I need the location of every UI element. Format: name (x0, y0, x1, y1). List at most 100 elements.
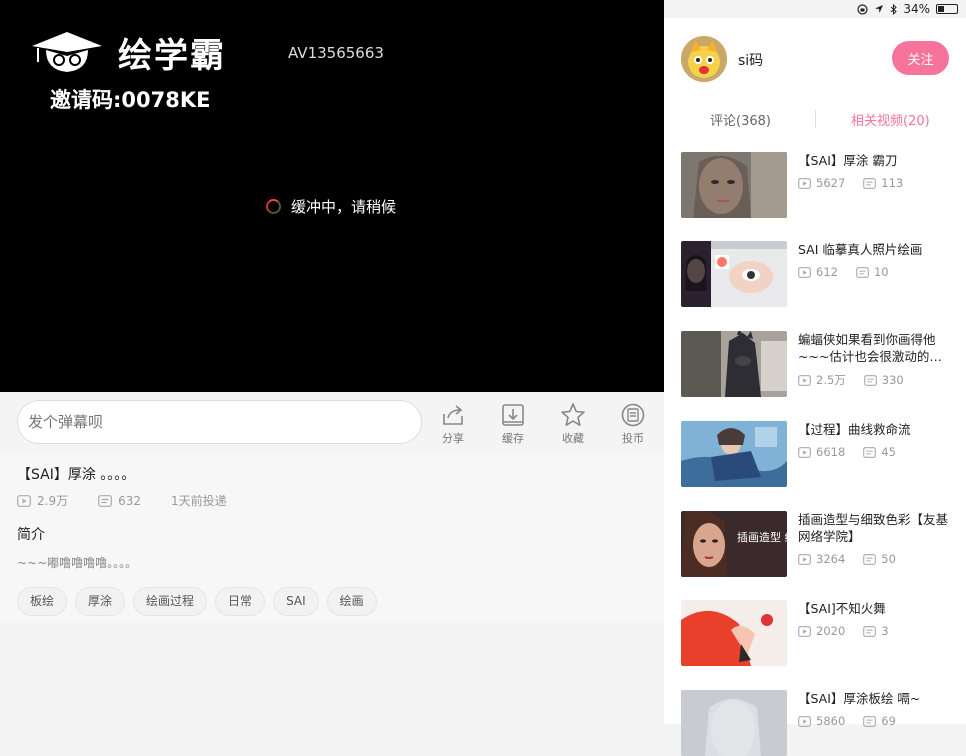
video-thumbnail (681, 241, 787, 307)
tag-list: 板绘 厚涂 绘画过程 日常 SAI 绘画 (17, 587, 377, 616)
avatar[interactable] (681, 36, 727, 82)
related-video-item[interactable]: 蝙蝠侠如果看到你画得他~~~估计也会很激动的… 2.5万 330 (664, 331, 966, 397)
coin-button[interactable]: 投币 (613, 402, 653, 446)
coin-label: 投币 (622, 432, 644, 445)
side-panel: si码 关注 评论(368) 相关视频(20) 【SAI】厚涂 霸刀 5627 … (664, 18, 966, 756)
play-count: 3264 (816, 552, 846, 566)
video-av-id: AV13565663 (288, 44, 384, 62)
play-count-icon (798, 446, 811, 458)
danmaku-count-icon (863, 177, 877, 189)
share-label: 分享 (442, 432, 464, 445)
favorite-button[interactable]: 收藏 (553, 402, 593, 446)
video-thumbnail (681, 331, 787, 397)
download-icon (502, 404, 524, 426)
related-video-item[interactable]: 【SAI]不知火舞 2020 3 (664, 600, 966, 666)
video-stats: 2.9万 632 1天前投递 (17, 492, 257, 509)
related-video-item[interactable]: 【过程】曲线救命流 6618 45 (664, 421, 966, 487)
tag-item[interactable]: SAI (273, 587, 319, 616)
thumbnail-caption: 插画造型 细致色彩 (737, 530, 787, 544)
avatar-image (681, 36, 727, 82)
video-thumbnail (681, 690, 787, 756)
bluetooth-icon (890, 3, 898, 15)
play-count: 2020 (816, 624, 846, 638)
logo-mark-icon (32, 31, 102, 72)
share-button[interactable]: 分享 (433, 402, 473, 446)
related-video-title: 【SAI】厚涂板绘 嗝~ (798, 691, 921, 706)
video-player[interactable]: 绘学霸 AV13565663 邀请码:0078KE 缓冲中，请稍候 (0, 0, 664, 392)
related-video-title: 【SAI]不知火舞 (798, 601, 886, 616)
related-video-title: SAI 临摹真人照片绘画 (798, 242, 923, 257)
tag-item[interactable]: 厚涂 (75, 587, 126, 616)
danmaku-count: 113 (881, 176, 904, 190)
danmaku-count-icon (863, 553, 877, 565)
play-count: 5627 (816, 176, 846, 190)
danmaku-count-icon (98, 494, 112, 507)
play-count-icon (798, 715, 811, 727)
video-thumbnail: 插画造型 细致色彩 (681, 511, 787, 577)
play-count: 6618 (816, 445, 846, 459)
video-thumbnail (681, 152, 787, 218)
related-video-title: 【过程】曲线救命流 (798, 422, 911, 437)
cache-button[interactable]: 缓存 (493, 402, 533, 446)
tab-comments[interactable]: 评论(368) (710, 110, 771, 129)
favorite-label: 收藏 (562, 432, 584, 445)
intro-text: ~~~嘟噜噜噜噜。。。。 (17, 556, 138, 570)
cache-label: 缓存 (502, 432, 524, 445)
video-thumbnail (681, 600, 787, 666)
play-count-icon (17, 494, 31, 507)
lock-rotation-icon (857, 3, 868, 15)
tag-item[interactable]: 板绘 (17, 587, 68, 616)
panel-tabs: 评论(368) 相关视频(20) (664, 106, 966, 134)
share-icon (443, 405, 463, 425)
battery-percent: 34% (903, 2, 930, 16)
play-count-icon (798, 553, 811, 565)
danmaku-count: 45 (881, 445, 896, 459)
danmaku-count: 3 (881, 624, 889, 638)
logo-text: 绘学霸 (118, 36, 226, 76)
tab-related-videos[interactable]: 相关视频(20) (851, 110, 930, 129)
video-title: 【SAI】厚涂 。。。。 (17, 467, 136, 483)
play-count-icon (798, 374, 811, 386)
location-icon (875, 5, 884, 13)
danmaku-count: 10 (873, 265, 889, 279)
logo: 绘学霸 (30, 28, 226, 77)
intro-heading: 简介 (17, 527, 45, 543)
follow-button[interactable]: 关注 (892, 41, 949, 75)
video-info: 【SAI】厚涂 。。。。 2.9万 632 1天前投递 简介 ~~~嘟噜噜噜噜。… (0, 452, 664, 622)
related-video-item[interactable]: 插画造型 细致色彩 插画造型与细致色彩【友基网络学院】 3264 50 (664, 511, 966, 577)
play-count: 5860 (816, 714, 846, 728)
related-video-title: 【SAI】厚涂 霸刀 (798, 153, 898, 168)
play-count-icon (798, 177, 811, 189)
battery-icon (936, 4, 958, 14)
video-thumbnail (681, 421, 787, 487)
danmaku-count: 69 (881, 714, 896, 728)
invite-code: 邀请码:0078KE (50, 88, 211, 112)
danmaku-count: 632 (118, 493, 141, 508)
related-video-item[interactable]: 【SAI】厚涂 霸刀 5627 113 (664, 152, 966, 218)
danmaku-count-icon (863, 715, 877, 727)
danmaku-count: 330 (881, 373, 904, 387)
related-video-title: 蝙蝠侠如果看到你画得他~~~估计也会很激动的… (798, 332, 942, 364)
play-count: 2.9万 (37, 494, 69, 508)
loading-spinner-icon (266, 199, 281, 214)
danmaku-count-icon (856, 266, 869, 278)
related-video-item[interactable]: 【SAI】厚涂板绘 嗝~ 5860 69 (664, 690, 966, 756)
coin-icon (621, 403, 645, 427)
tag-item[interactable]: 绘画过程 (133, 587, 208, 616)
related-video-title: 插画造型与细致色彩【友基网络学院】 (798, 512, 948, 544)
danmaku-count-icon (863, 625, 877, 637)
related-video-item[interactable]: SAI 临摹真人照片绘画 612 10 (664, 241, 966, 307)
danmaku-count-icon (863, 446, 877, 458)
buffer-text: 缓冲中，请稍候 (291, 198, 397, 216)
posted-time: 1天前投递 (171, 494, 227, 508)
tag-item[interactable]: 绘画 (326, 587, 377, 616)
play-count: 2.5万 (816, 373, 846, 387)
danmaku-count: 50 (881, 552, 896, 566)
danmaku-input[interactable] (17, 400, 422, 444)
tag-item[interactable]: 日常 (215, 587, 266, 616)
danmaku-count-icon (863, 374, 877, 386)
action-bar: 分享 缓存 收藏 投币 (0, 392, 664, 452)
play-count-icon (798, 625, 811, 637)
uploader-name[interactable]: si码 (738, 50, 763, 70)
play-count-icon (798, 266, 811, 278)
